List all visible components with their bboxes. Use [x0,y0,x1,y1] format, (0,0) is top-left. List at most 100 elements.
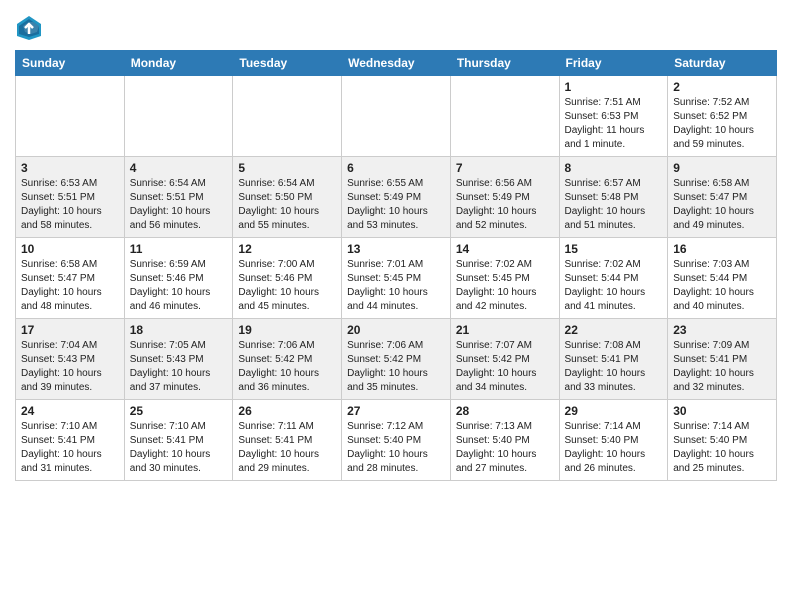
calendar-cell: 28 Sunrise: 7:13 AM Sunset: 5:40 PM Dayli… [450,400,559,481]
day-info: Sunrise: 7:02 AM Sunset: 5:45 PM Dayligh… [456,258,554,314]
day-number: 17 [21,323,119,337]
calendar-cell: 4 Sunrise: 6:54 AM Sunset: 5:51 PM Daylig… [124,157,233,238]
calendar-header-row: SundayMondayTuesdayWednesdayThursdayFrid… [16,51,777,76]
weekday-header: Monday [124,51,233,76]
day-info: Sunrise: 7:06 AM Sunset: 5:42 PM Dayligh… [347,339,445,395]
day-number: 21 [456,323,554,337]
day-number: 14 [456,242,554,256]
day-info: Sunrise: 7:12 AM Sunset: 5:40 PM Dayligh… [347,420,445,476]
calendar-week-row: 1 Sunrise: 7:51 AM Sunset: 6:53 PM Daylig… [16,76,777,157]
day-info: Sunrise: 7:05 AM Sunset: 5:43 PM Dayligh… [130,339,228,395]
calendar-cell: 30Sunrise: 7:14 AM Sunset: 5:40 PM Dayli… [668,400,777,481]
day-number: 2 [673,80,771,94]
day-info: Sunrise: 7:00 AM Sunset: 5:46 PM Dayligh… [238,258,336,314]
calendar-cell: 2 Sunrise: 7:52 AM Sunset: 6:52 PM Daylig… [668,76,777,157]
weekday-header: Wednesday [342,51,451,76]
day-number: 22 [565,323,663,337]
day-info: Sunrise: 7:14 AM Sunset: 5:40 PM Dayligh… [673,420,771,476]
calendar-week-row: 17 Sunrise: 7:04 AM Sunset: 5:43 PM Dayli… [16,319,777,400]
day-number: 8 [565,161,663,175]
day-number: 1 [565,80,663,94]
day-number: 3 [21,161,119,175]
calendar-cell: 24 Sunrise: 7:10 AM Sunset: 5:41 PM Dayli… [16,400,125,481]
calendar-cell: 6Sunrise: 6:55 AM Sunset: 5:49 PM Daylig… [342,157,451,238]
day-number: 16 [673,242,771,256]
day-info: Sunrise: 7:09 AM Sunset: 5:41 PM Dayligh… [673,339,771,395]
day-number: 9 [673,161,771,175]
day-info: Sunrise: 6:55 AM Sunset: 5:49 PM Dayligh… [347,177,445,233]
day-info: Sunrise: 6:57 AM Sunset: 5:48 PM Dayligh… [565,177,663,233]
day-info: Sunrise: 7:06 AM Sunset: 5:42 PM Dayligh… [238,339,336,395]
calendar-table: SundayMondayTuesdayWednesdayThursdayFrid… [15,50,777,481]
calendar-cell: 23Sunrise: 7:09 AM Sunset: 5:41 PM Dayli… [668,319,777,400]
day-number: 15 [565,242,663,256]
day-info: Sunrise: 7:10 AM Sunset: 5:41 PM Dayligh… [21,420,119,476]
calendar-cell: 15Sunrise: 7:02 AM Sunset: 5:44 PM Dayli… [559,238,668,319]
calendar-cell: 11 Sunrise: 6:59 AM Sunset: 5:46 PM Dayli… [124,238,233,319]
day-number: 5 [238,161,336,175]
calendar-cell: 9 Sunrise: 6:58 AM Sunset: 5:47 PM Daylig… [668,157,777,238]
day-number: 18 [130,323,228,337]
calendar-cell: 17 Sunrise: 7:04 AM Sunset: 5:43 PM Dayli… [16,319,125,400]
day-info: Sunrise: 7:10 AM Sunset: 5:41 PM Dayligh… [130,420,228,476]
day-number: 13 [347,242,445,256]
day-info: Sunrise: 6:58 AM Sunset: 5:47 PM Dayligh… [21,258,119,314]
day-info: Sunrise: 7:07 AM Sunset: 5:42 PM Dayligh… [456,339,554,395]
day-number: 29 [565,404,663,418]
calendar-cell: 21 Sunrise: 7:07 AM Sunset: 5:42 PM Dayli… [450,319,559,400]
day-info: Sunrise: 7:13 AM Sunset: 5:40 PM Dayligh… [456,420,554,476]
day-info: Sunrise: 7:01 AM Sunset: 5:45 PM Dayligh… [347,258,445,314]
calendar-cell: 3 Sunrise: 6:53 AM Sunset: 5:51 PM Daylig… [16,157,125,238]
calendar-cell: 14 Sunrise: 7:02 AM Sunset: 5:45 PM Dayli… [450,238,559,319]
calendar-cell [124,76,233,157]
weekday-header: Thursday [450,51,559,76]
day-info: Sunrise: 6:53 AM Sunset: 5:51 PM Dayligh… [21,177,119,233]
day-number: 24 [21,404,119,418]
logo [15,10,46,42]
calendar-cell [450,76,559,157]
day-number: 7 [456,161,554,175]
calendar-cell: 10Sunrise: 6:58 AM Sunset: 5:47 PM Dayli… [16,238,125,319]
day-number: 20 [347,323,445,337]
day-info: Sunrise: 6:54 AM Sunset: 5:51 PM Dayligh… [130,177,228,233]
day-info: Sunrise: 7:04 AM Sunset: 5:43 PM Dayligh… [21,339,119,395]
day-number: 27 [347,404,445,418]
weekday-header: Tuesday [233,51,342,76]
weekday-header: Friday [559,51,668,76]
calendar-cell: 25 Sunrise: 7:10 AM Sunset: 5:41 PM Dayli… [124,400,233,481]
day-info: Sunrise: 7:51 AM Sunset: 6:53 PM Dayligh… [565,96,663,152]
day-info: Sunrise: 6:54 AM Sunset: 5:50 PM Dayligh… [238,177,336,233]
day-info: Sunrise: 7:11 AM Sunset: 5:41 PM Dayligh… [238,420,336,476]
day-info: Sunrise: 7:08 AM Sunset: 5:41 PM Dayligh… [565,339,663,395]
calendar-cell: 26 Sunrise: 7:11 AM Sunset: 5:41 PM Dayli… [233,400,342,481]
calendar-cell: 1 Sunrise: 7:51 AM Sunset: 6:53 PM Daylig… [559,76,668,157]
day-number: 11 [130,242,228,256]
calendar-cell: 5 Sunrise: 6:54 AM Sunset: 5:50 PM Daylig… [233,157,342,238]
weekday-header: Sunday [16,51,125,76]
day-number: 12 [238,242,336,256]
header [15,10,777,42]
day-info: Sunrise: 7:14 AM Sunset: 5:40 PM Dayligh… [565,420,663,476]
day-info: Sunrise: 7:03 AM Sunset: 5:44 PM Dayligh… [673,258,771,314]
day-info: Sunrise: 6:58 AM Sunset: 5:47 PM Dayligh… [673,177,771,233]
calendar-cell: 16 Sunrise: 7:03 AM Sunset: 5:44 PM Dayli… [668,238,777,319]
day-number: 26 [238,404,336,418]
calendar-cell: 13 Sunrise: 7:01 AM Sunset: 5:45 PM Dayli… [342,238,451,319]
day-info: Sunrise: 6:56 AM Sunset: 5:49 PM Dayligh… [456,177,554,233]
calendar-cell: 12 Sunrise: 7:00 AM Sunset: 5:46 PM Dayli… [233,238,342,319]
day-info: Sunrise: 7:52 AM Sunset: 6:52 PM Dayligh… [673,96,771,152]
calendar-cell: 27 Sunrise: 7:12 AM Sunset: 5:40 PM Dayli… [342,400,451,481]
day-number: 4 [130,161,228,175]
calendar-cell: 29 Sunrise: 7:14 AM Sunset: 5:40 PM Dayli… [559,400,668,481]
day-info: Sunrise: 6:59 AM Sunset: 5:46 PM Dayligh… [130,258,228,314]
calendar-cell: 8 Sunrise: 6:57 AM Sunset: 5:48 PM Daylig… [559,157,668,238]
calendar-week-row: 24 Sunrise: 7:10 AM Sunset: 5:41 PM Dayli… [16,400,777,481]
calendar-cell: 7 Sunrise: 6:56 AM Sunset: 5:49 PM Daylig… [450,157,559,238]
logo-icon [15,14,43,42]
day-number: 28 [456,404,554,418]
calendar-cell [16,76,125,157]
calendar-cell [233,76,342,157]
calendar-cell: 20 Sunrise: 7:06 AM Sunset: 5:42 PM Dayli… [342,319,451,400]
calendar-cell: 19Sunrise: 7:06 AM Sunset: 5:42 PM Dayli… [233,319,342,400]
day-number: 25 [130,404,228,418]
